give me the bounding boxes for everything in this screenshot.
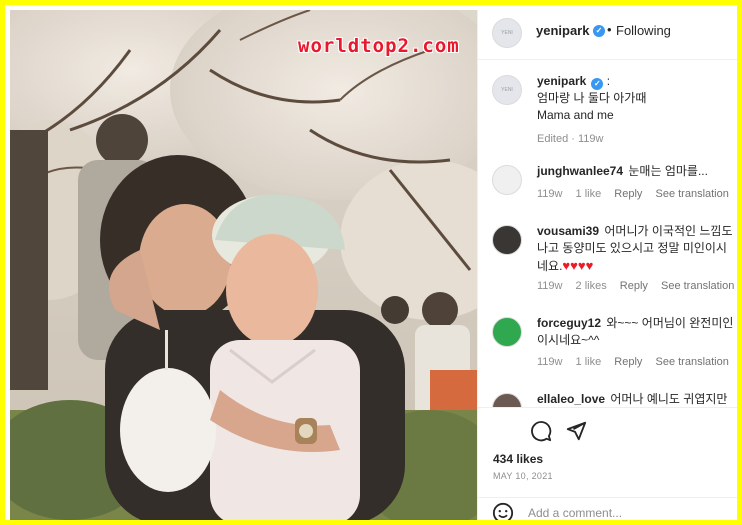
caption-colon: : bbox=[606, 74, 611, 88]
verified-badge-icon: ✓ bbox=[593, 25, 605, 37]
heart-emoji-icons: ♥♥♥♥ bbox=[562, 258, 594, 273]
add-comment-input[interactable]: Add a comment... bbox=[528, 506, 622, 520]
post-side-panel: YENI yenipark ✓ • Following YENI yenipar… bbox=[477, 10, 737, 520]
comment-meta: 119w 1 like Reply See translation bbox=[537, 356, 737, 368]
comment-likes[interactable]: 2 likes bbox=[576, 280, 607, 292]
caption-avatar[interactable]: YENI bbox=[492, 75, 522, 105]
caption-line-korean: 엄마랑 나 둘다 아가때 bbox=[537, 91, 647, 105]
commenter-avatar[interactable] bbox=[492, 225, 522, 255]
reply-button[interactable]: Reply bbox=[614, 188, 642, 200]
comment-text: ellaleo_love 어머나 예니도 귀엽지만 bbox=[537, 391, 737, 407]
comment-bubble-icon[interactable] bbox=[530, 420, 552, 447]
screenshot-frame: worldtop2.com YENI yenipark ✓ • Followin… bbox=[0, 0, 742, 525]
author-avatar[interactable]: YENI bbox=[492, 18, 522, 48]
caption-text: yenipark ✓ : 엄마랑 나 둘다 아가때 Mama and me bbox=[537, 73, 737, 124]
following-button[interactable]: Following bbox=[616, 23, 671, 38]
comment-text: vousami39 어머니가 이국적인 느낌도나고 동양미도 있으시고 정말 미… bbox=[537, 223, 737, 275]
comment-age: 119w bbox=[537, 280, 563, 292]
comment-likes[interactable]: 1 like bbox=[576, 356, 602, 368]
comment-meta: 119w 1 like Reply See translation bbox=[537, 188, 737, 200]
avatar-label: YENI bbox=[501, 87, 513, 93]
see-translation-link[interactable]: See translation bbox=[661, 280, 734, 292]
comment-username[interactable]: vousami39 bbox=[537, 224, 599, 238]
comment-body: 눈매는 엄마를... bbox=[628, 164, 708, 178]
post-actions: 434 likes MAY 10, 2021 bbox=[478, 407, 737, 497]
author-username[interactable]: yenipark bbox=[536, 23, 589, 38]
post-photo: worldtop2.com bbox=[10, 10, 477, 520]
comment-username[interactable]: junghwanlee74 bbox=[537, 164, 623, 178]
caption-username[interactable]: yenipark bbox=[537, 74, 586, 88]
comment-age: 119w bbox=[537, 188, 563, 200]
comment-meta: 119w 2 likes Reply See translation bbox=[537, 280, 737, 292]
post-header: YENI yenipark ✓ • Following bbox=[478, 10, 737, 60]
comment-text: junghwanlee74 눈매는 엄마를... bbox=[537, 163, 737, 179]
comment-likes[interactable]: 1 like bbox=[576, 188, 602, 200]
commenter-avatar[interactable] bbox=[492, 393, 522, 407]
comment-body: 어머나 예니도 귀엽지만 bbox=[610, 392, 728, 406]
paper-plane-icon[interactable] bbox=[565, 420, 587, 447]
caption-meta: Edited · 119w bbox=[537, 133, 604, 145]
caption-line-english: Mama and me bbox=[537, 108, 614, 122]
commenter-avatar[interactable] bbox=[492, 165, 522, 195]
post-date: MAY 10, 2021 bbox=[493, 471, 553, 481]
reply-button[interactable]: Reply bbox=[620, 280, 648, 292]
avatar-label: YENI bbox=[501, 30, 513, 36]
comment-age: 119w bbox=[537, 356, 563, 368]
comment-username[interactable]: ellaleo_love bbox=[537, 392, 605, 406]
add-comment-bar: Add a comment... bbox=[478, 497, 737, 520]
watermark-text: worldtop2.com bbox=[298, 35, 460, 57]
likes-count[interactable]: 434 likes bbox=[493, 452, 543, 466]
comment-text: forceguy12 와~~~ 어머님이 완전미인이시네요~^^ bbox=[537, 315, 737, 349]
separator-dot: • bbox=[607, 22, 612, 37]
photo-illustration bbox=[10, 10, 477, 520]
reply-button[interactable]: Reply bbox=[614, 356, 642, 368]
emoji-smile-icon[interactable] bbox=[492, 502, 514, 520]
comment-username[interactable]: forceguy12 bbox=[537, 316, 601, 330]
see-translation-link[interactable]: See translation bbox=[655, 356, 728, 368]
see-translation-link[interactable]: See translation bbox=[655, 188, 728, 200]
comments-list[interactable]: YENI yenipark ✓ : 엄마랑 나 둘다 아가때 Mama and m… bbox=[478, 60, 737, 407]
verified-badge-icon: ✓ bbox=[591, 78, 604, 90]
commenter-avatar[interactable] bbox=[492, 317, 522, 347]
